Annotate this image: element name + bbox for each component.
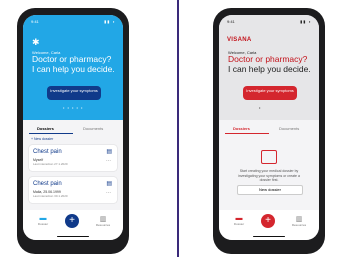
card-title: Chest pain bbox=[33, 181, 62, 187]
brand-logo-icon: ✱ bbox=[32, 37, 40, 47]
home-indicator bbox=[57, 235, 89, 237]
folder-icon: ▤ bbox=[106, 181, 112, 187]
tab-documents[interactable]: Documents bbox=[83, 126, 103, 131]
nav-dossier-label: Dossier bbox=[37, 222, 49, 226]
status-bar: 9:41 ▮▮ ◗ bbox=[219, 15, 319, 27]
more-menu-icon[interactable]: ⋯ bbox=[106, 190, 111, 196]
carousel-dots-icon: • bbox=[259, 105, 262, 110]
left-screen: 9:41 ▮▮ ◗ ✱ Welcome, Carla Doctor or pha… bbox=[23, 15, 123, 240]
tab-bar: Dossiers Documents bbox=[23, 123, 123, 134]
card-title: Chest pain bbox=[33, 149, 62, 155]
bottom-nav: ▬ Dossier + ▥ Resources bbox=[23, 210, 123, 240]
active-tab-indicator bbox=[225, 133, 269, 134]
hero-banner: 9:41 ▮▮ ◗ VISANA Welcome, Carla Doctor o… bbox=[219, 15, 319, 120]
tab-dossiers[interactable]: Dossiers bbox=[37, 126, 54, 131]
nav-resources[interactable]: ▥ Resources bbox=[93, 215, 113, 227]
nav-resources[interactable]: ▥ Resources bbox=[289, 215, 309, 227]
nav-resources-label: Resources bbox=[291, 223, 307, 227]
nav-dossier[interactable]: ▬ Dossier bbox=[33, 215, 53, 226]
add-button[interactable]: + bbox=[65, 214, 79, 228]
folder-icon: ▤ bbox=[106, 149, 112, 155]
signal-icon: ▮▮ ◗ bbox=[300, 19, 312, 24]
bottom-nav: ▬ Dossier + ▥ Resources bbox=[219, 210, 319, 240]
home-indicator bbox=[253, 235, 285, 237]
add-button[interactable]: + bbox=[261, 214, 275, 228]
resources-icon: ▥ bbox=[99, 216, 107, 223]
center-divider bbox=[177, 0, 179, 257]
resources-icon: ▥ bbox=[295, 216, 303, 223]
status-time: 9:41 bbox=[227, 19, 235, 24]
headline: Doctor or pharmacy? I can help you decid… bbox=[228, 54, 316, 74]
empty-folder-icon bbox=[261, 150, 277, 164]
headline-line2: I can help you decide. bbox=[228, 63, 311, 74]
brand-logo: VISANA bbox=[227, 37, 252, 43]
investigate-symptoms-button[interactable]: Investigate your symptoms bbox=[243, 86, 297, 100]
right-screen: 9:41 ▮▮ ◗ VISANA Welcome, Carla Doctor o… bbox=[219, 15, 319, 240]
dossier-icon: ▬ bbox=[39, 215, 47, 222]
tab-documents[interactable]: Documents bbox=[279, 126, 299, 131]
nav-dossier[interactable]: ▬ Dossier bbox=[229, 215, 249, 226]
status-bar: 9:41 ▮▮ ◗ bbox=[23, 15, 123, 27]
tab-bar: Dossiers Documents bbox=[219, 123, 319, 134]
signal-icon: ▮▮ ◗ bbox=[104, 19, 116, 24]
headline: Doctor or pharmacy? I can help you decid… bbox=[32, 54, 120, 74]
nav-resources-label: Resources bbox=[95, 223, 111, 227]
right-phone: 9:41 ▮▮ ◗ VISANA Welcome, Carla Doctor o… bbox=[213, 8, 325, 254]
headline-line2: I can help you decide. bbox=[32, 63, 115, 74]
card-date: Last interaction 27.1.2020 bbox=[33, 162, 68, 166]
active-tab-indicator bbox=[29, 133, 73, 134]
new-dossier-link[interactable]: + New dossier bbox=[31, 137, 53, 141]
status-time: 9:41 bbox=[31, 19, 39, 24]
card-date: Last interaction 30.1.2020 bbox=[33, 194, 68, 198]
dossier-card[interactable]: Chest pain Malia, 25.06.1999 Last intera… bbox=[29, 177, 117, 203]
more-menu-icon[interactable]: ⋯ bbox=[106, 158, 111, 164]
hero-banner: 9:41 ▮▮ ◗ ✱ Welcome, Carla Doctor or pha… bbox=[23, 15, 123, 120]
left-phone: 9:41 ▮▮ ◗ ✱ Welcome, Carla Doctor or pha… bbox=[17, 8, 129, 254]
new-dossier-button[interactable]: New dossier bbox=[237, 185, 303, 195]
tab-dossiers[interactable]: Dossiers bbox=[233, 126, 250, 131]
nav-dossier-label: Dossier bbox=[233, 222, 245, 226]
dossier-icon: ▬ bbox=[235, 215, 243, 222]
investigate-symptoms-button[interactable]: Investigate your symptoms bbox=[47, 86, 101, 100]
empty-state-text: Start creating your medical dossier by i… bbox=[238, 169, 300, 182]
dossier-card[interactable]: Chest pain Myself Last interaction 27.1.… bbox=[29, 145, 117, 171]
carousel-dots-icon: • • • • • bbox=[63, 105, 84, 110]
